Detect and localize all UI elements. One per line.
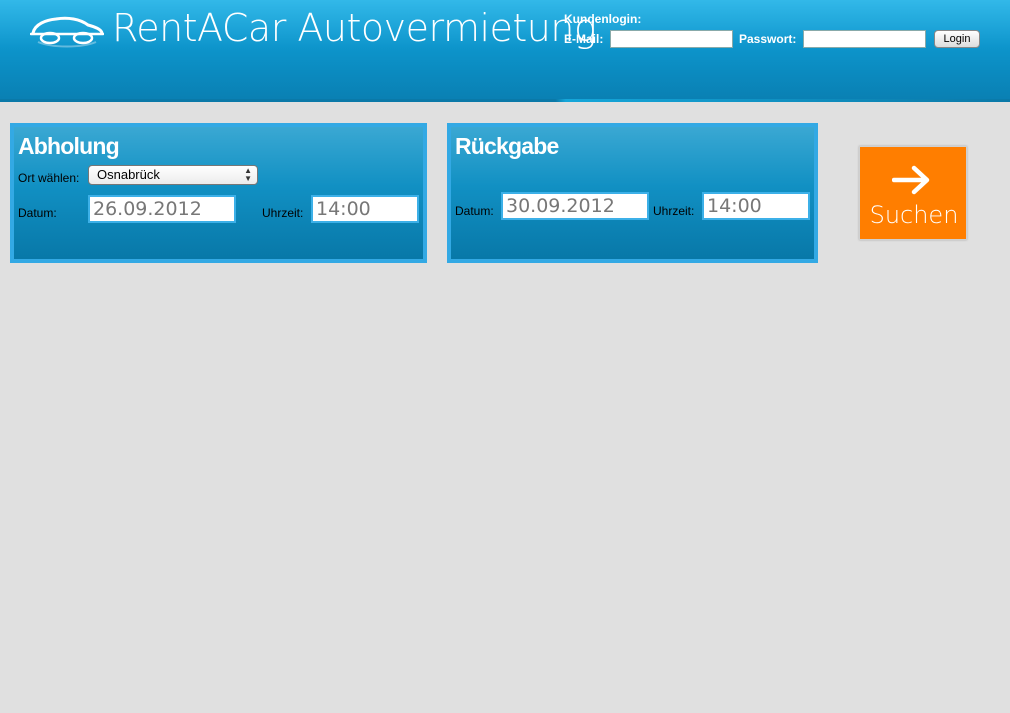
email-label: E-Mail: — [564, 32, 604, 46]
return-date-input[interactable]: 30.09.2012 — [501, 192, 649, 220]
pickup-title: Abholung — [18, 133, 120, 159]
header: RentACar Autovermietung Kundenlogin: E-M… — [0, 0, 1010, 102]
pickup-date-input[interactable]: 26.09.2012 — [88, 195, 236, 223]
return-date-label: Datum: — [455, 204, 494, 218]
return-time-label: Uhrzeit: — [653, 204, 695, 218]
pickup-time-label: Uhrzeit: — [262, 206, 304, 220]
car-logo-icon — [30, 16, 104, 48]
email-field[interactable] — [610, 30, 733, 48]
pickup-date-label: Datum: — [18, 206, 57, 220]
pickup-panel: Abholung Ort wählen: Osnabrück ▲ ▼ Datum:… — [10, 123, 427, 263]
location-select[interactable]: Osnabrück ▲ ▼ — [88, 165, 258, 185]
location-label: Ort wählen: — [18, 171, 80, 185]
password-field[interactable] — [803, 30, 926, 48]
return-title: Rückgabe — [455, 133, 559, 159]
pickup-time-input[interactable]: 14:00 — [311, 195, 419, 223]
return-panel: Rückgabe Datum: 30.09.2012 Uhrzeit: 14:0… — [447, 123, 818, 263]
login-button[interactable]: Login — [934, 30, 980, 48]
search-button-label: Suchen — [869, 201, 959, 229]
select-updown-icon: ▲ ▼ — [244, 166, 252, 183]
location-select-value: Osnabrück — [97, 167, 160, 182]
return-time-input[interactable]: 14:00 — [702, 192, 810, 220]
search-button[interactable]: Suchen — [859, 146, 967, 240]
arrow-right-icon — [892, 165, 930, 195]
password-label: Passwort: — [739, 32, 797, 46]
login-title: Kundenlogin: — [564, 12, 642, 26]
header-divider — [0, 99, 1010, 102]
brand-title: RentACar Autovermietung — [112, 6, 597, 50]
